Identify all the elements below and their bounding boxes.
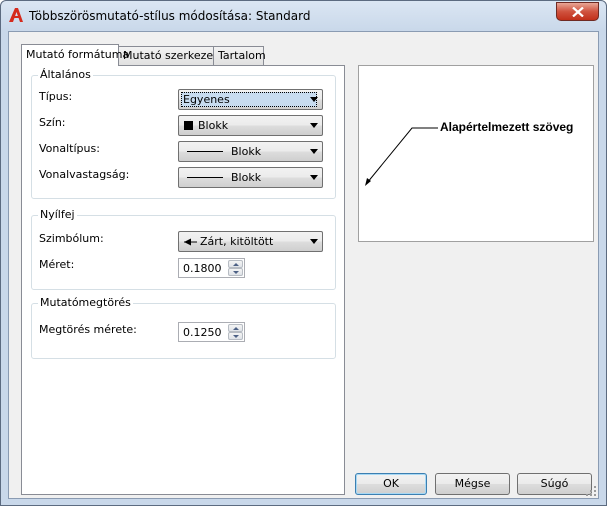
lineweight-combobox[interactable]: Blokk [178, 167, 323, 188]
break-size-value: 0.1250 [183, 326, 222, 339]
resize-grip-icon[interactable] [585, 485, 597, 497]
spinner-down-button[interactable] [228, 268, 243, 276]
linetype-combobox[interactable]: Blokk [178, 141, 323, 162]
dropdown-arrow-icon [310, 175, 318, 180]
color-combobox[interactable]: Blokk [178, 115, 323, 136]
preview-pane: Alapértelmezett szöveg [358, 65, 594, 242]
general-group: Általános Típus: Egyenes Szín: Blokk Von… [31, 68, 336, 199]
type-value: Egyenes [183, 93, 230, 106]
color-label: Szín: [39, 116, 66, 129]
autocad-app-icon [9, 8, 23, 22]
leader-format-panel: Általános Típus: Egyenes Szín: Blokk Von… [21, 65, 345, 495]
cancel-button[interactable]: Mégse [435, 473, 510, 495]
linetype-value: Blokk [231, 145, 262, 158]
type-label: Típus: [39, 90, 73, 103]
symbol-combobox[interactable]: Zárt, kitöltött [178, 231, 323, 252]
spinner-down-button[interactable] [228, 332, 243, 340]
line-sample-icon [187, 177, 223, 178]
arrow-down-icon [233, 271, 239, 274]
tab-label: Mutató szerkezete [123, 49, 225, 62]
tab-content[interactable]: Tartalom [213, 46, 266, 65]
close-button[interactable] [556, 2, 599, 21]
break-size-spinner[interactable]: 0.1250 [178, 322, 245, 342]
help-button[interactable]: Súgó [517, 473, 592, 495]
symbol-label: Szimbólum: [39, 232, 104, 245]
tab-leader-structure[interactable]: Mutató szerkezete [118, 46, 224, 65]
ok-button-label: OK [383, 477, 399, 490]
dropdown-arrow-icon [310, 149, 318, 154]
cancel-button-label: Mégse [454, 477, 491, 490]
preview-default-text: Alapértelmezett szöveg [440, 120, 574, 134]
size-spinner[interactable]: 0.1800 [178, 258, 245, 278]
general-legend: Általános [38, 68, 93, 81]
lineweight-value: Blokk [231, 171, 262, 184]
leader-preview-graphic [365, 127, 438, 186]
type-combobox[interactable]: Egyenes [178, 89, 323, 110]
break-size-label: Megtörés mérete: [39, 323, 137, 336]
landing-legend: Mutatómegtörés [38, 296, 133, 309]
tab-leader-format[interactable]: Mutató formátuma [21, 44, 129, 66]
spinner-up-button[interactable] [228, 260, 243, 268]
size-value: 0.1800 [183, 262, 222, 275]
arrow-up-icon [233, 263, 239, 266]
color-value: Blokk [198, 119, 229, 132]
dropdown-arrow-icon [310, 239, 318, 244]
closed-filled-arrow-icon [184, 238, 197, 246]
title-bar[interactable]: Többszörösmutató-stílus módosítása: Stan… [1, 1, 606, 31]
dialog-client: Mutató formátuma Mutató szerkezete Tarta… [8, 31, 599, 499]
size-label: Méret: [39, 258, 75, 271]
symbol-value: Zárt, kitöltött [200, 235, 274, 248]
landing-group: Mutatómegtörés Megtörés mérete: 0.1250 [31, 296, 336, 359]
spinner-buttons [228, 260, 243, 276]
arrowhead-group: Nyílfej Szimbólum: Zárt, kitöltött Méret… [31, 208, 336, 290]
color-swatch-icon [184, 121, 193, 130]
linetype-label: Vonaltípus: [39, 142, 100, 155]
arrow-up-icon [233, 327, 239, 330]
spinner-up-button[interactable] [228, 324, 243, 332]
dropdown-arrow-icon [310, 123, 318, 128]
lineweight-label: Vonalvastagság: [39, 168, 130, 181]
tab-label: Mutató formátuma [26, 48, 130, 61]
dialog-window: Többszörösmutató-stílus módosítása: Stan… [0, 0, 607, 506]
line-sample-icon [187, 151, 223, 152]
window-title: Többszörösmutató-stílus módosítása: Stan… [29, 9, 311, 23]
arrow-down-icon [233, 335, 239, 338]
close-icon [572, 7, 584, 17]
spinner-buttons [228, 324, 243, 340]
help-button-label: Súgó [540, 477, 569, 490]
tab-label: Tartalom [218, 49, 266, 62]
dropdown-arrow-icon [310, 97, 318, 102]
ok-button[interactable]: OK [355, 473, 427, 495]
arrowhead-legend: Nyílfej [38, 208, 77, 221]
